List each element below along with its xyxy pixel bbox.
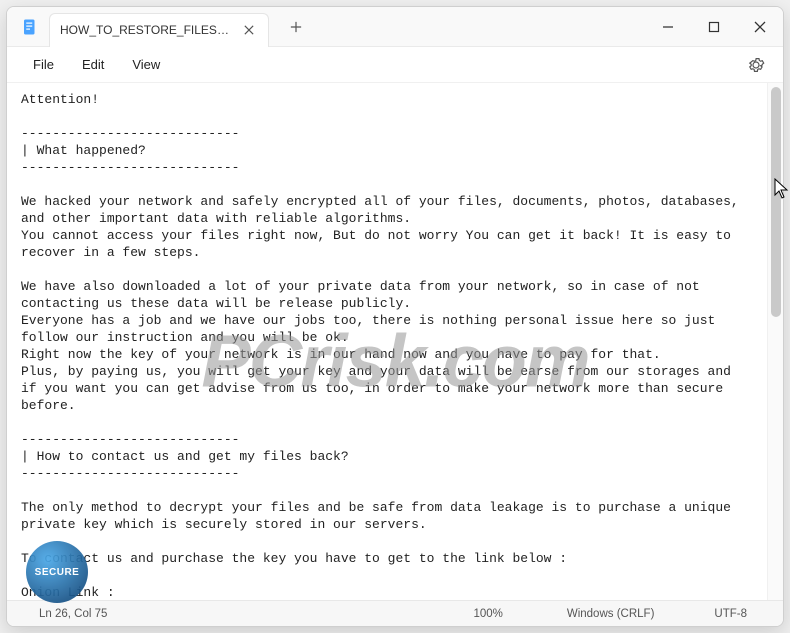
menu-bar: File Edit View — [7, 47, 783, 83]
scrollbar-thumb[interactable] — [771, 87, 781, 317]
tab-close-button[interactable] — [240, 21, 258, 39]
gear-icon — [747, 56, 765, 74]
window-close-button[interactable] — [737, 7, 783, 47]
menu-view[interactable]: View — [118, 53, 174, 76]
menu-edit[interactable]: Edit — [68, 53, 118, 76]
editor-area: Attention! ---------------------------- … — [7, 83, 783, 600]
status-line-ending[interactable]: Windows (CRLF) — [535, 608, 687, 620]
close-icon — [244, 25, 254, 35]
minimize-button[interactable] — [645, 7, 691, 47]
document-tab[interactable]: HOW_TO_RESTORE_FILES.REDCryp — [49, 13, 269, 47]
titlebar: HOW_TO_RESTORE_FILES.REDCryp — [7, 7, 783, 47]
plus-icon — [290, 21, 302, 33]
vertical-scrollbar[interactable] — [767, 83, 783, 600]
maximize-button[interactable] — [691, 7, 737, 47]
status-zoom[interactable]: 100% — [441, 608, 534, 620]
settings-button[interactable] — [741, 50, 771, 80]
new-tab-button[interactable] — [279, 10, 313, 44]
notepad-window: HOW_TO_RESTORE_FILES.REDCryp — [6, 6, 784, 627]
menu-file[interactable]: File — [19, 53, 68, 76]
tab-title: HOW_TO_RESTORE_FILES.REDCryp — [60, 23, 230, 37]
window-controls — [645, 7, 783, 47]
status-encoding[interactable]: UTF-8 — [686, 608, 775, 620]
notepad-app-icon — [21, 18, 39, 36]
status-bar: Ln 26, Col 75 100% Windows (CRLF) UTF-8 — [7, 600, 783, 626]
text-content[interactable]: Attention! ---------------------------- … — [7, 83, 767, 600]
status-cursor-position: Ln 26, Col 75 — [31, 608, 133, 620]
